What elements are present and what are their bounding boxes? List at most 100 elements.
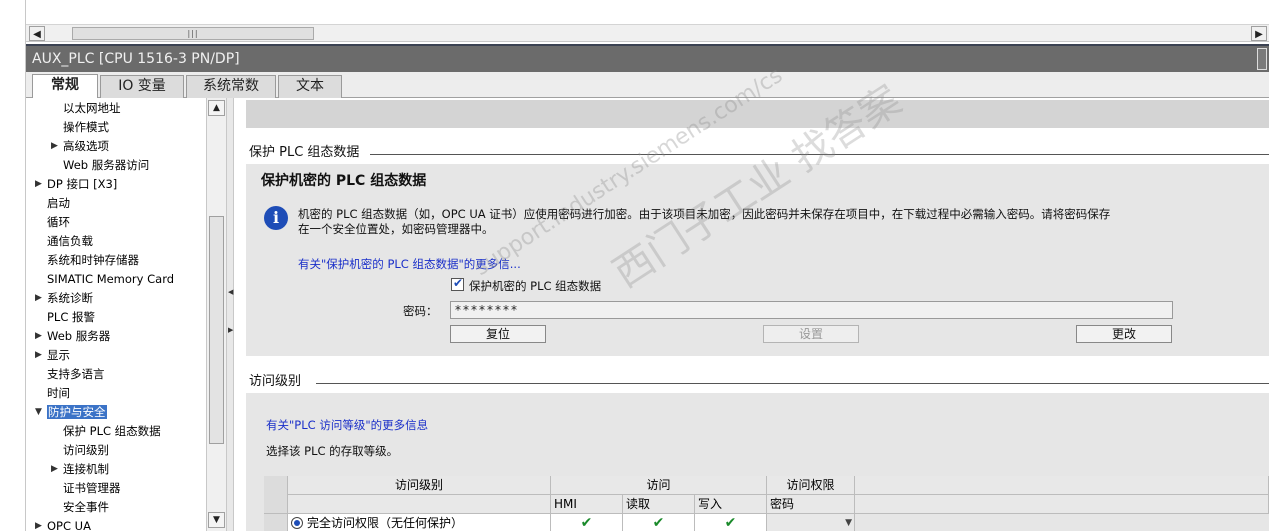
- tree-item-startup[interactable]: 启动: [47, 194, 70, 213]
- titlebar-handle[interactable]: [1257, 48, 1267, 70]
- tree-item-advanced-options[interactable]: ▶ 高级选项: [51, 137, 109, 156]
- tree-item-label: SIMATIC Memory Card: [47, 272, 175, 286]
- password-field[interactable]: ********: [450, 301, 1173, 319]
- left-strip: [0, 0, 26, 531]
- tree-item-label: 防护与安全: [47, 405, 107, 419]
- chevron-down-icon[interactable]: ▼: [845, 514, 852, 531]
- check-icon: ✔: [453, 276, 464, 290]
- panel-splitter[interactable]: ◀ ▶: [226, 98, 234, 531]
- tree-item-certificate-manager[interactable]: 证书管理器: [63, 479, 121, 498]
- tree-item-web-server-access[interactable]: Web 服务器访问: [63, 156, 149, 175]
- top-area: [0, 0, 1269, 24]
- navigation-tree: 以太网地址 操作模式 ▶ 高级选项 Web 服务器访问 ▶ DP 接口 [X3] 启…: [26, 98, 206, 531]
- tree-item-system-diagnostics[interactable]: ▶ 系统诊断: [35, 289, 93, 308]
- expand-arrow-icon[interactable]: ▶: [51, 137, 58, 156]
- tree-item-security-events[interactable]: 安全事件: [63, 498, 109, 517]
- sub-header-password: 密码: [767, 495, 855, 514]
- table-row[interactable]: 完全访问权限（无任何保护）: [288, 514, 551, 531]
- expand-arrow-icon[interactable]: ▶: [51, 460, 58, 479]
- tree-item-label: DP 接口 [X3]: [47, 177, 118, 191]
- grip-icon: |||: [187, 29, 199, 38]
- protect-config-checkbox[interactable]: ✔: [451, 276, 464, 291]
- set-button[interactable]: 设置: [763, 325, 859, 343]
- tree-item-label: 启动: [47, 196, 70, 210]
- col-header-filler: [855, 476, 1269, 495]
- section-title-access: 访问级别: [249, 374, 302, 389]
- collapse-arrow-icon[interactable]: ▼: [35, 403, 42, 422]
- access-select-text: 选择该 PLC 的存取等级。: [266, 444, 399, 458]
- col-header-level: 访问级别: [288, 476, 551, 495]
- write-check-icon: ✔: [695, 514, 767, 531]
- scrollbar-thumb[interactable]: |||: [72, 27, 314, 40]
- change-button[interactable]: 更改: [1076, 325, 1172, 343]
- scroll-right-icon[interactable]: ▶: [1251, 26, 1267, 41]
- tree-item-multilingual[interactable]: 支持多语言: [47, 365, 105, 384]
- scroll-down-icon[interactable]: ▼: [208, 512, 225, 528]
- sub-header-hmi: HMI: [551, 495, 623, 514]
- row-handle: [264, 514, 288, 531]
- tree-item-label: 保护 PLC 组态数据: [63, 424, 161, 438]
- tab-io-tags[interactable]: IO 变量: [100, 75, 184, 98]
- tree-item-label: 通信负载: [47, 234, 93, 248]
- tree-item-dp-interface[interactable]: ▶ DP 接口 [X3]: [35, 175, 118, 194]
- tree-item-label: 显示: [47, 348, 70, 362]
- panel-title-protect: 保护机密的 PLC 组态数据: [261, 173, 427, 189]
- tree-item-opc-ua[interactable]: ▶ OPC UA: [35, 517, 91, 531]
- window-title: AUX_PLC [CPU 1516-3 PN/DP]: [32, 51, 240, 67]
- tab-general[interactable]: 常规: [32, 74, 98, 98]
- tree-item-protect-config-data[interactable]: 保护 PLC 组态数据: [63, 422, 161, 441]
- splitter-left-icon[interactable]: ◀: [228, 288, 233, 296]
- properties-content: 保护 PLC 组态数据 保护机密的 PLC 组态数据 i 机密的 PLC 组态数…: [234, 98, 1269, 531]
- tree-item-memory-card[interactable]: SIMATIC Memory Card: [47, 270, 174, 289]
- section-divider: [370, 154, 1269, 155]
- horizontal-scrollbar[interactable]: ◀ ||| ▶: [26, 24, 1269, 42]
- tab-texts[interactable]: 文本: [278, 75, 342, 98]
- tree-item-ethernet-address[interactable]: 以太网地址: [63, 99, 121, 118]
- tree-item-label: 操作模式: [63, 120, 109, 134]
- tree-item-label: 系统和时钟存储器: [47, 253, 139, 267]
- tree-scrollbar-thumb[interactable]: [209, 216, 224, 444]
- tree-item-time[interactable]: 时间: [47, 384, 70, 403]
- tree-item-operating-mode[interactable]: 操作模式: [63, 118, 109, 137]
- sub-header-read: 读取: [623, 495, 695, 514]
- col-header-access: 访问: [551, 476, 767, 495]
- sub-header-blank: [288, 495, 551, 514]
- reset-button[interactable]: 复位: [450, 325, 546, 343]
- tree-item-access-level[interactable]: 访问级别: [63, 441, 109, 460]
- sub-header-write: 写入: [695, 495, 767, 514]
- tree-item-label: 访问级别: [63, 443, 109, 457]
- access-more-info-link[interactable]: 有关"PLC 访问等级"的更多信息: [266, 417, 428, 433]
- tree-item-label: PLC 报警: [47, 310, 96, 324]
- tree-item-protection-security[interactable]: ▼ 防护与安全: [35, 403, 107, 422]
- scroll-up-icon[interactable]: ▲: [208, 100, 225, 116]
- tree-item-system-clock-memory[interactable]: 系统和时钟存储器: [47, 251, 139, 270]
- tree-item-label: 以太网地址: [63, 101, 121, 115]
- tree-item-cycle[interactable]: 循环: [47, 213, 70, 232]
- tab-system-constants[interactable]: 系统常数: [186, 75, 276, 98]
- protect-more-info-link[interactable]: 有关"保护机密的 PLC 组态数据"的更多信...: [298, 256, 521, 272]
- radio-selected-icon[interactable]: [291, 517, 303, 529]
- tree-vertical-scrollbar[interactable]: ▲ ▼: [206, 98, 226, 531]
- tree-item-web-server[interactable]: ▶ Web 服务器: [35, 327, 111, 346]
- sub-header-filler: [855, 495, 1269, 514]
- splitter-right-icon[interactable]: ▶: [228, 326, 233, 334]
- tree-item-display[interactable]: ▶ 显示: [35, 346, 70, 365]
- tree-item-plc-alarms[interactable]: PLC 报警: [47, 308, 95, 327]
- password-dropdown[interactable]: ▼: [767, 514, 855, 531]
- tree-item-label: OPC UA: [47, 519, 91, 531]
- header-strip: [246, 100, 1269, 128]
- protect-checkbox-label: 保护机密的 PLC 组态数据: [469, 279, 602, 293]
- expand-arrow-icon[interactable]: ▶: [35, 289, 42, 308]
- expand-arrow-icon[interactable]: ▶: [35, 327, 42, 346]
- tree-item-label: Web 服务器: [47, 329, 111, 343]
- expand-arrow-icon[interactable]: ▶: [35, 346, 42, 365]
- tree-item-connection-mechanisms[interactable]: ▶ 连接机制: [51, 460, 109, 479]
- tree-item-label: 安全事件: [63, 500, 109, 514]
- password-label: 密码：: [403, 304, 438, 318]
- expand-arrow-icon[interactable]: ▶: [35, 175, 42, 194]
- access-level-name: 完全访问权限（无任何保护）: [307, 516, 464, 530]
- tree-item-communication-load[interactable]: 通信负载: [47, 232, 93, 251]
- hmi-check-icon: ✔: [551, 514, 623, 531]
- scroll-left-icon[interactable]: ◀: [29, 26, 45, 41]
- expand-arrow-icon[interactable]: ▶: [35, 517, 42, 531]
